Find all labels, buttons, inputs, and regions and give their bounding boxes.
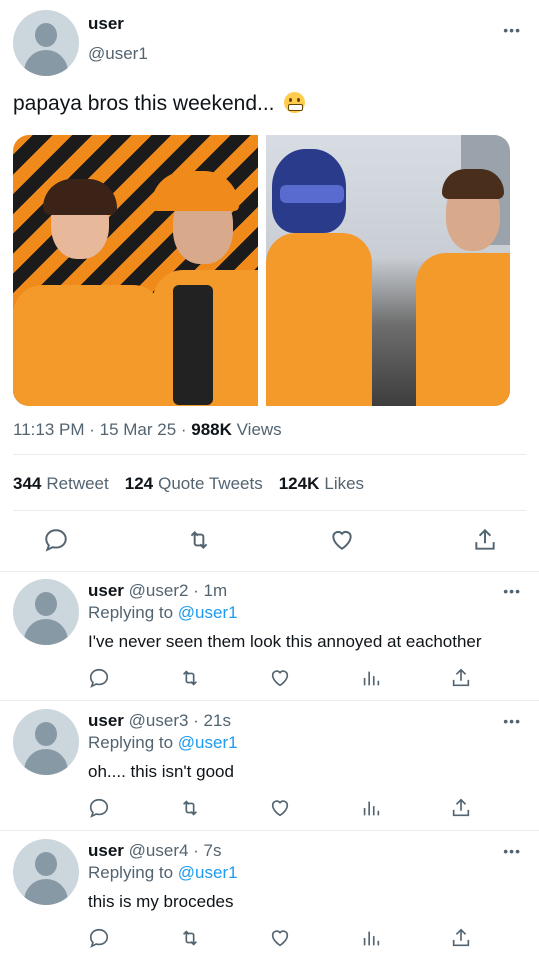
avatar-body-shape: [24, 50, 68, 76]
like-icon[interactable]: [329, 527, 355, 553]
quotes-label: Quote Tweets: [158, 474, 263, 493]
divider: [13, 454, 526, 455]
reply-actions: [88, 667, 472, 689]
divider: [0, 571, 539, 572]
retweets-label: Retweet: [46, 474, 109, 493]
like-icon[interactable]: [269, 797, 291, 819]
reply-actions: [88, 797, 472, 819]
replying-to: Replying to @user1: [88, 733, 238, 753]
analytics-icon[interactable]: [360, 797, 382, 819]
more-options-icon[interactable]: •••: [503, 22, 521, 38]
avatar-body-shape: [24, 619, 68, 645]
reply-header: user @user4 · 7s: [88, 841, 222, 861]
person-shape: [151, 171, 239, 211]
replying-to: Replying to @user1: [88, 863, 238, 883]
person-shape: [265, 233, 372, 406]
author-avatar[interactable]: [13, 10, 79, 76]
more-options-icon[interactable]: •••: [503, 713, 521, 729]
avatar-head-shape: [35, 852, 57, 876]
share-icon[interactable]: [450, 927, 472, 949]
person-shape: [415, 253, 510, 406]
reply-actions: [88, 927, 472, 949]
retweet-icon[interactable]: [179, 927, 201, 949]
analytics-icon[interactable]: [360, 927, 382, 949]
replying-to-label: Replying to: [88, 603, 178, 622]
like-icon[interactable]: [269, 927, 291, 949]
reply-meta: @user4 · 7s: [128, 841, 222, 860]
grimacing-face-icon: [284, 92, 306, 113]
person-shape: [173, 285, 213, 405]
avatar-head-shape: [35, 23, 57, 47]
reply-avatar[interactable]: [13, 709, 79, 775]
retweet-icon[interactable]: [186, 527, 212, 553]
views-count: 988K: [191, 420, 232, 439]
divider: [0, 700, 539, 701]
retweets-count: 344: [13, 474, 42, 493]
reply-avatar[interactable]: [13, 579, 79, 645]
visor-shape: [279, 185, 344, 203]
replying-to-mention[interactable]: @user1: [178, 733, 238, 752]
replying-to-mention[interactable]: @user1: [178, 863, 238, 882]
reply-author-name[interactable]: user: [88, 581, 124, 600]
share-icon[interactable]: [450, 667, 472, 689]
reply-author-name[interactable]: user: [88, 841, 124, 860]
quotes-count: 124: [124, 474, 154, 493]
reply-header: user @user3 · 21s: [88, 711, 231, 731]
reply-icon[interactable]: [88, 927, 110, 949]
tweet-text-content: papaya bros this weekend...: [13, 92, 281, 115]
reply-meta: @user2 · 1m: [128, 581, 228, 600]
reply-text: oh.... this isn't good: [88, 762, 234, 781]
retweets-stat[interactable]: 344 Retweet: [13, 474, 109, 494]
replying-to-label: Replying to: [88, 733, 178, 752]
reply-icon[interactable]: [88, 797, 110, 819]
retweet-icon[interactable]: [179, 667, 201, 689]
more-options-icon[interactable]: •••: [503, 583, 521, 599]
reply-text: I've never seen them look this annoyed a…: [88, 632, 482, 651]
reply-author-name[interactable]: user: [88, 711, 124, 730]
author-handle[interactable]: @user1: [88, 44, 148, 64]
analytics-icon[interactable]: [360, 667, 382, 689]
avatar-body-shape: [24, 749, 68, 775]
views-label: Views: [236, 420, 282, 439]
tweet-text: papaya bros this weekend...: [13, 92, 306, 116]
share-icon[interactable]: [450, 797, 472, 819]
replying-to-label: Replying to: [88, 863, 178, 882]
photo-right[interactable]: [265, 135, 510, 406]
share-icon[interactable]: [472, 527, 498, 553]
like-icon[interactable]: [269, 667, 291, 689]
photo-left[interactable]: [13, 135, 258, 406]
person-shape: [43, 179, 117, 215]
reply-text: this is my brocedes: [88, 892, 234, 911]
more-options-icon[interactable]: •••: [503, 843, 521, 859]
avatar-body-shape: [24, 879, 68, 905]
divider: [0, 830, 539, 831]
likes-stat[interactable]: 124K Likes: [279, 474, 364, 494]
reply-header: user @user2 · 1m: [88, 581, 227, 601]
reply-icon[interactable]: [88, 667, 110, 689]
tweet-meta: 11:13 PM · 15 Mar 25 · 988K Views: [13, 420, 282, 440]
likes-label: Likes: [324, 474, 365, 493]
person-shape: [13, 285, 163, 406]
author-name[interactable]: user: [88, 14, 124, 34]
retweet-icon[interactable]: [179, 797, 201, 819]
quotes-stat[interactable]: 124 Quote Tweets: [125, 474, 263, 494]
tweet-timestamp[interactable]: 11:13 PM · 15 Mar 25 ·: [13, 420, 191, 439]
reply-icon[interactable]: [43, 527, 69, 553]
person-shape: [441, 169, 504, 199]
reply-meta: @user3 · 21s: [128, 711, 231, 730]
avatar-head-shape: [35, 592, 57, 616]
tweet-media[interactable]: [13, 135, 510, 406]
replying-to: Replying to @user1: [88, 603, 238, 623]
avatar-head-shape: [35, 722, 57, 746]
replying-to-mention[interactable]: @user1: [178, 603, 238, 622]
divider: [13, 510, 526, 511]
reply-avatar[interactable]: [13, 839, 79, 905]
tweet-actions: [43, 527, 498, 553]
tweet-stats: 344 Retweet 124 Quote Tweets 124K Likes: [13, 474, 364, 494]
likes-count: 124K: [278, 474, 320, 493]
